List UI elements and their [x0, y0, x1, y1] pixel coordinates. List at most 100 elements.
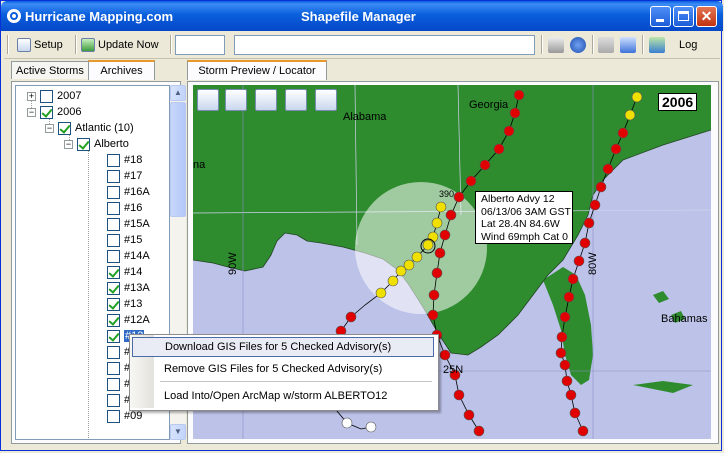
- tree-node-advisory[interactable]: #13A: [107, 280, 150, 296]
- status-input[interactable]: [234, 35, 535, 55]
- track-point[interactable]: [624, 109, 636, 121]
- advisory-checkbox[interactable]: [107, 409, 120, 423]
- track-point[interactable]: [463, 409, 475, 421]
- minimize-button[interactable]: [650, 6, 671, 27]
- track-point[interactable]: [595, 181, 607, 193]
- track-point[interactable]: [427, 309, 439, 321]
- track-point[interactable]: [555, 347, 567, 359]
- scroll-thumb[interactable]: [170, 102, 186, 217]
- track-point[interactable]: [509, 107, 521, 119]
- track-point[interactable]: [573, 255, 585, 267]
- checkbox-atlantic[interactable]: [58, 121, 71, 135]
- log-button[interactable]: Log: [679, 35, 697, 55]
- tree-node-advisory[interactable]: #18: [107, 152, 142, 168]
- track-point[interactable]: [473, 425, 485, 437]
- track-point[interactable]: [439, 349, 451, 361]
- track-point[interactable]: [617, 127, 629, 139]
- advisory-checkbox[interactable]: [107, 217, 120, 231]
- zoom-box-icon[interactable]: [225, 89, 247, 111]
- track-point[interactable]: [583, 217, 595, 229]
- title-bar[interactable]: Hurricane Mapping.com Shapefile Manager …: [1, 1, 723, 31]
- storm-id-input[interactable]: [175, 35, 225, 55]
- track-point[interactable]: [453, 191, 465, 203]
- track-point[interactable]: [559, 311, 571, 323]
- collapse-icon[interactable]: −: [27, 107, 36, 117]
- track-point[interactable]: [563, 291, 575, 303]
- track-point[interactable]: [503, 125, 515, 137]
- track-point[interactable]: [569, 407, 581, 419]
- track-point[interactable]: [559, 359, 571, 371]
- track-point[interactable]: [567, 273, 579, 285]
- track-point[interactable]: [422, 239, 434, 251]
- advisory-checkbox[interactable]: [107, 201, 120, 215]
- track-point[interactable]: [428, 289, 440, 301]
- track-point[interactable]: [365, 421, 377, 433]
- track-point[interactable]: [577, 425, 589, 437]
- advisory-checkbox[interactable]: [107, 377, 120, 391]
- track-point[interactable]: [493, 143, 505, 155]
- track-point[interactable]: [513, 89, 525, 101]
- track-point[interactable]: [465, 175, 477, 187]
- tree-node-advisory[interactable]: #12A: [107, 312, 150, 328]
- track-point[interactable]: [565, 389, 577, 401]
- tree-node-advisory[interactable]: #13: [107, 296, 142, 312]
- tab-active-storms[interactable]: Active Storms: [11, 61, 89, 79]
- advisory-checkbox[interactable]: [107, 249, 120, 263]
- zoom-in-icon[interactable]: [255, 89, 277, 111]
- update-now-button[interactable]: Update Now: [81, 35, 159, 55]
- track-point[interactable]: [453, 389, 465, 401]
- tree-node-2006[interactable]: − 2006: [27, 104, 81, 120]
- tree-node-advisory[interactable]: #17: [107, 168, 142, 184]
- advisory-checkbox[interactable]: [107, 281, 120, 295]
- track-point[interactable]: [445, 209, 457, 221]
- advisory-checkbox[interactable]: [107, 265, 120, 279]
- checkbox-2007[interactable]: [40, 89, 53, 103]
- advisory-checkbox[interactable]: [107, 297, 120, 311]
- track-point[interactable]: [556, 331, 568, 343]
- track-point[interactable]: [341, 417, 353, 429]
- scroll-down-icon[interactable]: ▼: [170, 424, 186, 440]
- track-point[interactable]: [631, 91, 643, 103]
- move-up-icon[interactable]: [620, 37, 636, 53]
- setup-button[interactable]: Setup: [17, 35, 63, 55]
- tab-archives[interactable]: Archives: [88, 60, 155, 80]
- advisory-checkbox[interactable]: [107, 345, 120, 359]
- globe-icon[interactable]: [197, 89, 219, 111]
- checkbox-alberto[interactable]: [77, 137, 90, 151]
- tree-node-alberto[interactable]: − Alberto: [64, 136, 129, 152]
- advisory-checkbox[interactable]: [107, 169, 120, 183]
- advisory-checkbox[interactable]: [107, 361, 120, 375]
- tab-storm-preview[interactable]: Storm Preview / Locator: [187, 60, 327, 80]
- advisory-checkbox[interactable]: [107, 233, 120, 247]
- track-point[interactable]: [434, 247, 446, 259]
- menu-remove-gis[interactable]: Remove GIS Files for 5 Checked Advisory(…: [132, 359, 434, 379]
- track-point[interactable]: [395, 265, 407, 277]
- track-point[interactable]: [387, 275, 399, 287]
- track-point[interactable]: [561, 375, 573, 387]
- tree-node-advisory[interactable]: #14: [107, 264, 142, 280]
- track-point[interactable]: [345, 311, 357, 323]
- track-point[interactable]: [435, 201, 447, 213]
- collapse-icon[interactable]: −: [64, 139, 73, 149]
- track-point[interactable]: [411, 251, 423, 263]
- tree-node-advisory[interactable]: #16A: [107, 184, 150, 200]
- advisory-checkbox[interactable]: [107, 393, 120, 407]
- tree-node-advisory[interactable]: #14A: [107, 248, 150, 264]
- tree-node-advisory[interactable]: #15: [107, 232, 142, 248]
- track-point[interactable]: [439, 229, 451, 241]
- move-down-icon[interactable]: [598, 37, 614, 53]
- tree-node-atlantic[interactable]: − Atlantic (10): [45, 120, 134, 136]
- track-point[interactable]: [479, 159, 491, 171]
- track-point[interactable]: [431, 217, 443, 229]
- close-button[interactable]: ✕: [696, 6, 717, 27]
- maximize-button[interactable]: [673, 6, 694, 27]
- checkbox-2006[interactable]: [40, 105, 53, 119]
- menu-load-arcmap[interactable]: Load Into/Open ArcMap w/storm ALBERTO12: [132, 386, 434, 406]
- advisory-checkbox[interactable]: [107, 329, 120, 343]
- track-point[interactable]: [589, 199, 601, 211]
- expand-icon[interactable]: +: [27, 91, 36, 101]
- print-icon[interactable]: [548, 37, 564, 53]
- advisory-checkbox[interactable]: [107, 153, 120, 167]
- tree-node-advisory[interactable]: #15A: [107, 216, 150, 232]
- advisory-checkbox[interactable]: [107, 185, 120, 199]
